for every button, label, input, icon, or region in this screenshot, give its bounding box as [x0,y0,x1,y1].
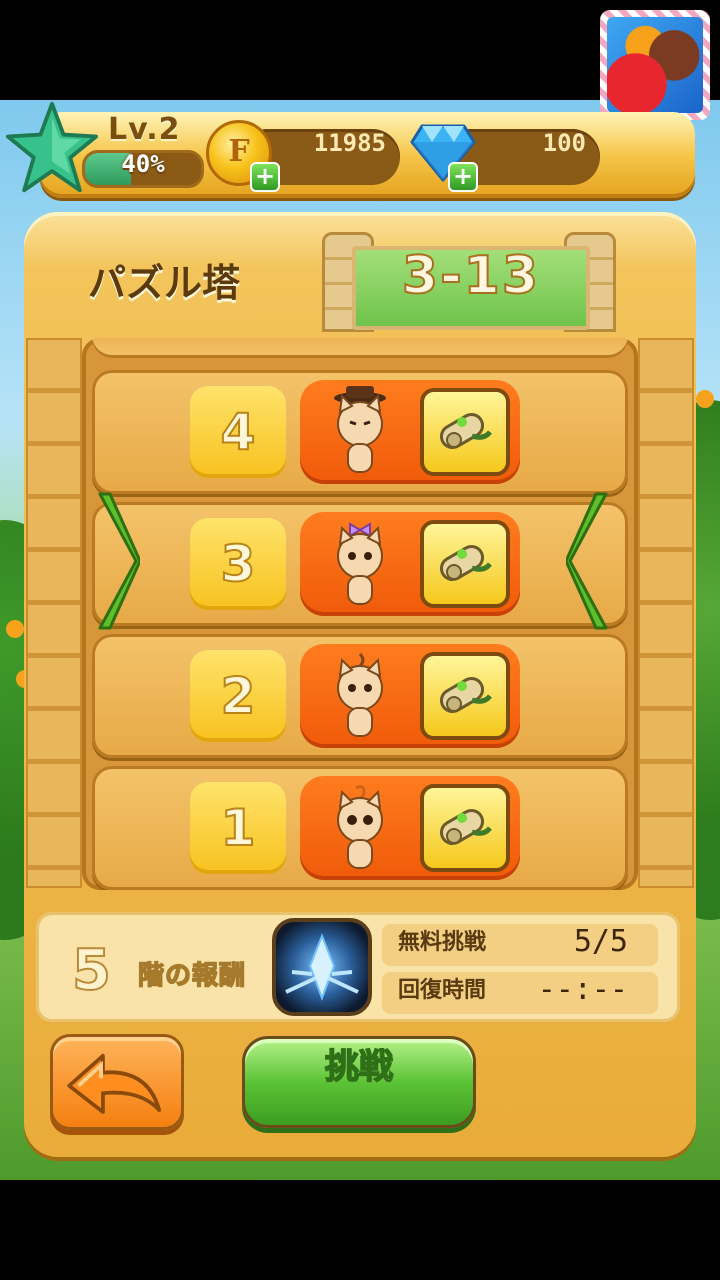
floor-row-partial [92,338,628,358]
enemy-slot [300,644,520,748]
panel-title: パズル塔 [88,263,241,305]
cat-with-hat-icon [334,386,386,473]
recovery-time-value: --:-- [537,972,628,1007]
current-floor-label: 3-13 [401,245,541,307]
enemy-slot [300,380,520,484]
scroll-icon [439,545,492,581]
reward-slot[interactable] [420,652,510,740]
cat-icon [337,785,383,869]
back-button[interactable] [50,1034,184,1130]
enemy-slot [300,776,520,880]
add-gems-button[interactable]: + [448,162,478,192]
cat-icon [337,652,383,737]
brick-wall-left [26,338,82,888]
reward-floor-count: 5 [71,937,112,1004]
back-arrow-icon [67,1053,162,1114]
tower-floor-list[interactable]: 4 3 2 1 [82,338,638,890]
challenge-button[interactable]: 挑戦 [242,1036,476,1128]
recovery-time-label: 回復時間 [398,978,487,1003]
recovery-time-row: 回復時間 --:-- [382,972,658,1014]
free-challenge-value: 5/5 [573,924,628,959]
reward-slot[interactable] [420,784,510,872]
enemy-slot [300,512,520,616]
fruit-icon [6,620,24,638]
add-coins-button[interactable]: + [250,162,280,192]
reward-label: 階の報酬 [137,960,247,992]
floor-number: 4 [190,386,286,478]
ice-crystal-icon[interactable] [272,918,372,1016]
reward-slot[interactable] [420,388,510,476]
floor-number: 2 [190,650,286,742]
brick-wall-right [638,338,694,888]
candy-app-icon[interactable] [600,10,710,120]
floor-number: 1 [190,782,286,874]
scroll-icon [439,809,492,845]
floor-row-1[interactable]: 1 [92,766,628,890]
floor-row-3[interactable]: 3 [92,502,628,626]
floor-row-2[interactable]: 2 [92,634,628,758]
challenge-button-label: 挑戦 [324,1046,394,1088]
selected-floor-marker-left-icon [98,492,140,630]
level-label: Lv.2 [108,112,181,147]
fruit-icon [696,390,714,408]
scroll-icon [439,677,492,713]
xp-percent: 40% [121,150,165,178]
reward-slot[interactable] [420,520,510,608]
free-challenge-row: 無料挑戦 5/5 [382,924,658,966]
floor-number: 3 [190,518,286,610]
selected-floor-marker-right-icon [566,492,608,630]
floor-row-4[interactable]: 4 [92,370,628,494]
scroll-icon [439,413,492,449]
cat-with-bow-icon [337,522,383,605]
free-challenge-label: 無料挑戦 [398,930,487,955]
